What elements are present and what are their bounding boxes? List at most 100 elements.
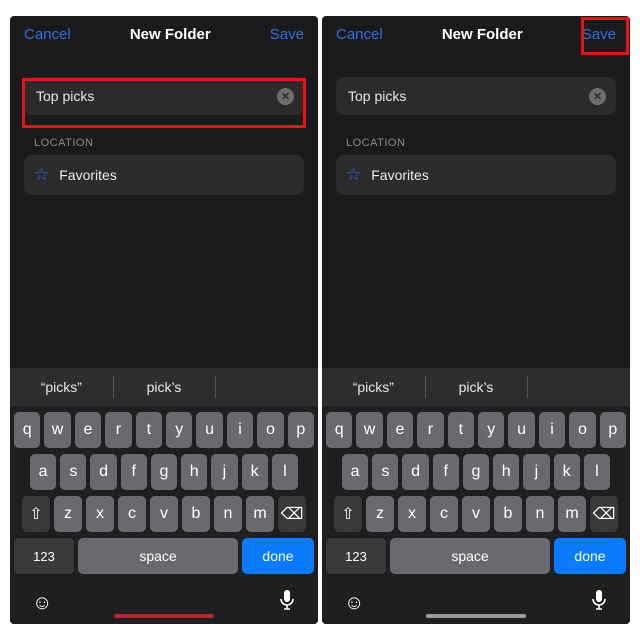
suggestion[interactable]: pick’s <box>113 368 216 406</box>
key-j[interactable]: j <box>211 454 237 490</box>
page-title: New Folder <box>442 26 523 43</box>
keyboard-area: “picks” pick’s qwertyuiop asdfghjkl ⇧zxc… <box>322 368 630 624</box>
emoji-icon[interactable]: ☺ <box>344 592 364 615</box>
key-l[interactable]: l <box>584 454 610 490</box>
key-z[interactable]: z <box>54 496 82 532</box>
key-k[interactable]: k <box>554 454 580 490</box>
navbar: Cancel New Folder Save <box>10 16 318 51</box>
home-indicator <box>114 614 214 618</box>
suggestion-bar: “picks” pick’s <box>10 368 318 406</box>
save-button[interactable]: Save <box>270 26 304 43</box>
folder-name-input[interactable] <box>34 87 277 105</box>
key-z[interactable]: z <box>366 496 394 532</box>
phone-screen-right: Cancel New Folder Save ✕ LOCATION ☆ Favo… <box>322 16 630 624</box>
key-f[interactable]: f <box>121 454 147 490</box>
key-r[interactable]: r <box>105 412 131 448</box>
cancel-button[interactable]: Cancel <box>24 26 71 43</box>
done-key[interactable]: done <box>242 538 314 574</box>
key-p[interactable]: p <box>288 412 314 448</box>
keyboard[interactable]: qwertyuiop asdfghjkl ⇧zxcvbnm⌫ 123 space… <box>10 406 318 582</box>
suggestion[interactable]: “picks” <box>10 368 113 406</box>
key-u[interactable]: u <box>508 412 534 448</box>
folder-name-field[interactable]: ✕ <box>336 77 616 115</box>
emoji-icon[interactable]: ☺ <box>32 592 52 615</box>
save-button[interactable]: Save <box>582 26 616 43</box>
key-o[interactable]: o <box>257 412 283 448</box>
key-x[interactable]: x <box>86 496 114 532</box>
done-key[interactable]: done <box>554 538 626 574</box>
space-key[interactable]: space <box>390 538 550 574</box>
key-n[interactable]: n <box>526 496 554 532</box>
key-u[interactable]: u <box>196 412 222 448</box>
location-label: Favorites <box>371 167 429 183</box>
key-x[interactable]: x <box>398 496 426 532</box>
location-row[interactable]: ☆ Favorites <box>336 155 616 195</box>
clear-icon[interactable]: ✕ <box>277 88 294 105</box>
key-g[interactable]: g <box>151 454 177 490</box>
key-d[interactable]: d <box>90 454 116 490</box>
delete-key[interactable]: ⌫ <box>278 496 306 532</box>
key-h[interactable]: h <box>493 454 519 490</box>
mic-icon[interactable] <box>590 589 608 617</box>
shift-key[interactable]: ⇧ <box>334 496 362 532</box>
folder-name-field[interactable]: ✕ <box>24 77 304 115</box>
home-indicator <box>426 614 526 618</box>
key-t[interactable]: t <box>448 412 474 448</box>
key-d[interactable]: d <box>402 454 428 490</box>
key-o[interactable]: o <box>569 412 595 448</box>
phone-screen-left: Cancel New Folder Save ✕ LOCATION ☆ Favo… <box>10 16 318 624</box>
key-p[interactable]: p <box>600 412 626 448</box>
key-j[interactable]: j <box>523 454 549 490</box>
key-q[interactable]: q <box>326 412 352 448</box>
key-e[interactable]: e <box>75 412 101 448</box>
numbers-key[interactable]: 123 <box>14 538 74 574</box>
key-c[interactable]: c <box>118 496 146 532</box>
key-y[interactable]: y <box>166 412 192 448</box>
key-y[interactable]: y <box>478 412 504 448</box>
key-w[interactable]: w <box>44 412 70 448</box>
location-header: LOCATION <box>24 137 304 149</box>
page-title: New Folder <box>130 26 211 43</box>
key-s[interactable]: s <box>372 454 398 490</box>
key-s[interactable]: s <box>60 454 86 490</box>
numbers-key[interactable]: 123 <box>326 538 386 574</box>
key-w[interactable]: w <box>356 412 382 448</box>
location-row[interactable]: ☆ Favorites <box>24 155 304 195</box>
key-f[interactable]: f <box>433 454 459 490</box>
suggestion[interactable]: “picks” <box>322 368 425 406</box>
key-e[interactable]: e <box>387 412 413 448</box>
key-g[interactable]: g <box>463 454 489 490</box>
key-m[interactable]: m <box>246 496 274 532</box>
suggestion[interactable] <box>215 368 318 406</box>
key-q[interactable]: q <box>14 412 40 448</box>
key-b[interactable]: b <box>182 496 210 532</box>
shift-key[interactable]: ⇧ <box>22 496 50 532</box>
suggestion[interactable]: pick’s <box>425 368 528 406</box>
key-v[interactable]: v <box>462 496 490 532</box>
key-h[interactable]: h <box>181 454 207 490</box>
key-i[interactable]: i <box>539 412 565 448</box>
key-b[interactable]: b <box>494 496 522 532</box>
key-c[interactable]: c <box>430 496 458 532</box>
delete-key[interactable]: ⌫ <box>590 496 618 532</box>
location-label: Favorites <box>59 167 117 183</box>
key-a[interactable]: a <box>342 454 368 490</box>
cancel-button[interactable]: Cancel <box>336 26 383 43</box>
clear-icon[interactable]: ✕ <box>589 88 606 105</box>
key-l[interactable]: l <box>272 454 298 490</box>
space-key[interactable]: space <box>78 538 238 574</box>
key-i[interactable]: i <box>227 412 253 448</box>
key-m[interactable]: m <box>558 496 586 532</box>
navbar: Cancel New Folder Save <box>322 16 630 51</box>
keyboard[interactable]: qwertyuiop asdfghjkl ⇧zxcvbnm⌫ 123 space… <box>322 406 630 582</box>
folder-name-input[interactable] <box>346 87 589 105</box>
key-v[interactable]: v <box>150 496 178 532</box>
key-r[interactable]: r <box>417 412 443 448</box>
key-a[interactable]: a <box>30 454 56 490</box>
star-icon: ☆ <box>34 165 49 185</box>
key-k[interactable]: k <box>242 454 268 490</box>
mic-icon[interactable] <box>278 589 296 617</box>
key-n[interactable]: n <box>214 496 242 532</box>
suggestion[interactable] <box>527 368 630 406</box>
key-t[interactable]: t <box>136 412 162 448</box>
